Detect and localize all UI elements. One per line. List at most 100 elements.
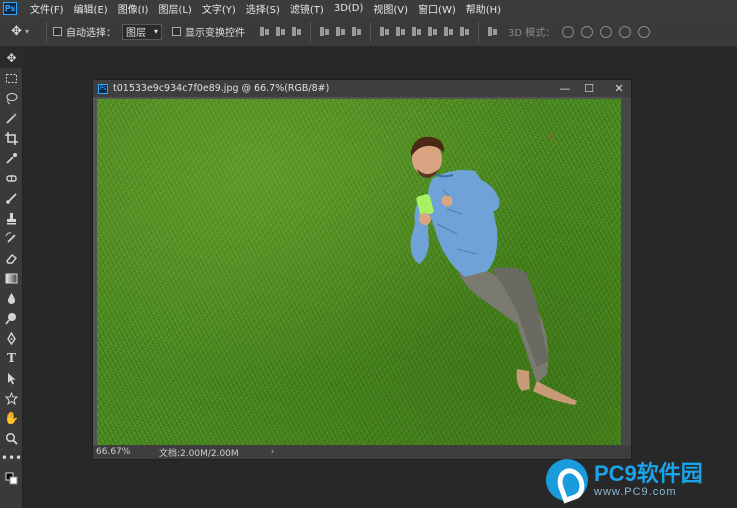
divider [46,21,47,42]
mode-3d-label: 3D 模式： [508,28,556,39]
align-hcenter-icon[interactable] [335,26,346,37]
menu-layer[interactable]: 图层(L) [153,1,196,16]
eyedropper-icon [6,152,17,164]
3d-slide-icon[interactable] [619,25,632,38]
auto-align-icon[interactable] [487,26,498,37]
close-button[interactable]: ✕ [607,82,631,95]
3d-roll-icon[interactable] [581,25,594,38]
document-ps-icon: Ps [98,83,108,94]
dodge-tool[interactable] [0,308,23,328]
pen-icon [7,331,16,345]
distribute-vcenter-icon[interactable] [395,26,406,37]
move-icon: ✥ [6,51,17,65]
blur-tool[interactable] [0,288,23,308]
watermark-url: www.PC9.com [594,486,677,498]
auto-select-target-value: 图层 [126,28,146,39]
show-transform-label: 显示变换控件 [185,28,245,39]
healing-tool[interactable] [0,168,23,188]
distribute-right-icon[interactable] [459,26,470,37]
distribute-left-icon[interactable] [427,26,438,37]
watermark-name: PC9软件园 [594,461,703,486]
distribute-top-icon[interactable] [379,26,390,37]
document-canvas[interactable] [97,99,621,445]
document-window: Ps t01533e9c934c7f0e89.jpg @ 66.7%(RGB/8… [92,79,632,460]
align-right-icon[interactable] [351,26,362,37]
chevron-down-icon: ▾ [153,27,158,36]
menu-type[interactable]: 文字(Y) [197,1,241,16]
zoom-icon [5,432,18,445]
align-bottom-icon[interactable] [291,26,302,37]
move-tool-preset[interactable]: ✥ ▾ [0,24,40,39]
auto-select-target-dropdown[interactable]: 图层 ▾ [122,23,162,40]
menu-select[interactable]: 选择(S) [241,1,285,16]
photoshop-logo: Ps [3,2,17,15]
options-bar: ✥ ▾ 自动选择： 图层 ▾ 显示变换控件 3D 模式： [0,17,737,47]
menu-image[interactable]: 图像(I) [113,1,154,16]
3d-pan-icon[interactable] [600,25,613,38]
menu-bar: Ps 文件(F) 编辑(E) 图像(I) 图层(L) 文字(Y) 选择(S) 滤… [0,0,737,17]
menu-edit[interactable]: 编辑(E) [69,1,113,16]
vertical-scrollbar[interactable] [621,97,631,447]
blur-icon [8,292,15,304]
marquee-icon [6,73,17,83]
dodge-icon [5,312,16,324]
eraser-icon [6,253,17,264]
document-titlebar[interactable]: Ps t01533e9c934c7f0e89.jpg @ 66.7%(RGB/8… [93,80,631,97]
path-select-icon [8,372,16,384]
shape-tool[interactable] [0,388,23,408]
more-tools[interactable]: ••• [0,448,23,468]
minimize-button[interactable]: — [553,82,577,95]
3d-scale-icon[interactable] [638,25,651,38]
hand-tool[interactable]: ✋ [0,408,23,428]
move-icon: ✥ [11,24,22,39]
menu-help[interactable]: 帮助(H) [461,1,506,16]
lasso-tool[interactable] [0,88,23,108]
menu-file[interactable]: 文件(F) [25,1,69,16]
menu-3d[interactable]: 3D(D) [329,3,369,14]
distribute-bottom-icon[interactable] [411,26,422,37]
eraser-tool[interactable] [0,248,23,268]
man-lying-on-grass-photo [410,132,577,405]
magic-wand-tool[interactable] [0,108,23,128]
marquee-tool[interactable] [0,68,23,88]
align-left-icon[interactable] [319,26,330,37]
document-title: t01533e9c934c7f0e89.jpg @ 66.7%(RGB/8#) [113,83,330,94]
chevron-down-icon: ▾ [24,27,29,36]
healing-brush-icon [6,174,17,182]
brush-tool[interactable] [0,188,23,208]
zoom-tool[interactable] [0,428,23,448]
divider [370,21,371,42]
tools-panel: ✥ T ✋ ••• [0,48,23,508]
3d-orbit-icon[interactable] [562,25,575,38]
zoom-level[interactable]: 66.67% [93,447,130,457]
stamp-tool[interactable] [0,208,23,228]
move-tool[interactable]: ✥ [0,48,23,68]
align-vcenter-icon[interactable] [275,26,286,37]
menu-view[interactable]: 视图(V) [368,1,413,16]
auto-select-checkbox[interactable] [53,27,62,36]
history-brush-icon [5,231,16,243]
type-tool[interactable]: T [0,348,23,368]
hand-icon: ✋ [4,411,19,425]
color-swatches[interactable] [0,468,23,488]
gradient-tool[interactable] [0,268,23,288]
eyedropper-tool[interactable] [0,148,23,168]
show-transform-checkbox[interactable] [172,27,181,36]
restore-button[interactable]: ☐ [577,82,601,95]
color-swatch-icon [5,472,18,484]
pen-tool[interactable] [0,328,23,348]
align-top-icon[interactable] [259,26,270,37]
distribute-hcenter-icon[interactable] [443,26,454,37]
pc9-logo-icon [546,459,588,501]
history-brush-tool[interactable] [0,228,23,248]
watermark-text: PC9软件园 www.PC9.com [594,461,703,499]
gradient-icon [5,273,18,283]
path-select-tool[interactable] [0,368,23,388]
status-menu-arrow[interactable]: › [271,447,275,457]
crop-tool[interactable] [0,128,23,148]
menu-window[interactable]: 窗口(W) [413,1,461,16]
align-buttons [259,21,498,42]
watermark: PC9软件园 www.PC9.com [546,456,736,504]
menu-filter[interactable]: 滤镜(T) [285,1,329,16]
custom-shape-icon [5,391,18,405]
